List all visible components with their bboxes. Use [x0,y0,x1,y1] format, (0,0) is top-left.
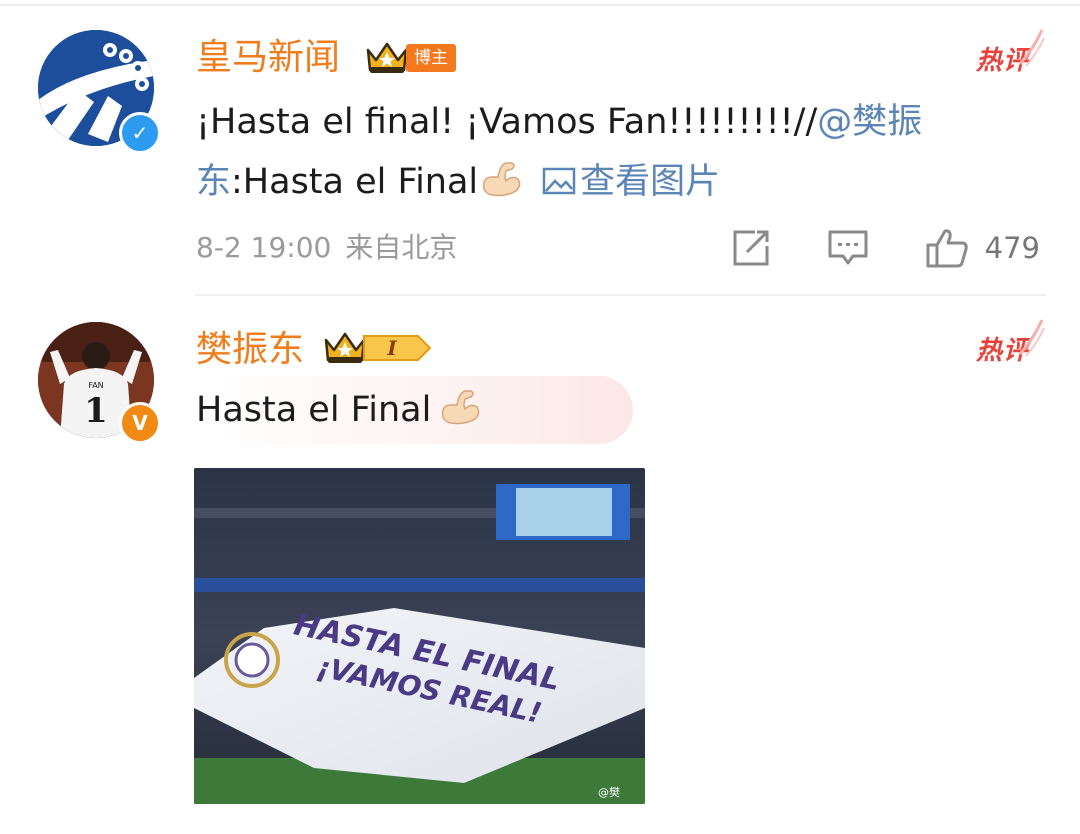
quoted-text: :Hasta el Final [231,162,479,202]
mention-part-2: 东 [196,162,232,202]
comment-photo[interactable]: HASTA EL FINAL ¡VAMOS REAL! @樊 [194,468,645,804]
user-badges: I [322,330,432,366]
username[interactable]: 樊振东 [196,326,304,374]
comment-button[interactable] [827,228,869,268]
photo-watermark: @樊 [598,785,620,799]
level-number: I [386,336,397,360]
like-button[interactable]: 479 [925,227,1040,269]
weibo-comment-list: ✓ 皇马新闻 博主 热评 ¡Hasta el final! ¡Vamos Fan… [0,0,1080,834]
stadium-banner-photo: HASTA EL FINAL ¡VAMOS REAL! @樊 [194,468,645,804]
comment-actions: 479 [731,226,1040,270]
blogger-badge: 博主 [406,44,456,72]
comment-icon [828,230,868,265]
hot-comment-label: 热评 [976,29,1045,77]
mention-part-1: @樊振 [817,102,923,142]
location-source: 来自北京 [345,231,458,264]
hot-swoosh-icon [1018,319,1045,357]
verified-blue-icon: ✓ [119,112,161,154]
level-badge: I [362,333,432,363]
hot-swoosh-icon [1018,29,1045,67]
repost-button[interactable] [731,228,771,268]
user-badges: 博主 [364,40,456,76]
svg-text:FAN: FAN [88,381,103,390]
comment-item: ✓ 皇马新闻 博主 热评 ¡Hasta el final! ¡Vamos Fan… [0,0,1080,296]
svg-text:1: 1 [84,391,108,431]
username[interactable]: 皇马新闻 [196,34,340,82]
verified-orange-icon: V [119,402,161,444]
flexed-biceps-icon [437,385,483,425]
view-image-text: 查看图片 [580,162,721,202]
hot-comment-label: 热评 [976,319,1045,367]
crown-icon [364,40,410,76]
repost-icon [733,230,769,266]
comment-item: 1 FAN V 樊振东 I 热评 Hasta el Final HASTA EL… [0,296,1080,834]
comment-text: ¡Hasta el final! ¡Vamos Fan!!!!!!!!!//@樊… [196,92,956,212]
timestamp: 8-2 19:00 [196,231,332,264]
thumbs-up-icon [926,229,968,268]
flexed-biceps-icon [478,157,524,197]
comment-main-text: ¡Hasta el final! ¡Vamos Fan!!!!!!!!!// [196,102,818,142]
comment-meta: 8-2 19:00 来自北京 [196,228,457,268]
view-image-link[interactable]: 查看图片 [524,162,720,202]
image-icon [542,166,576,196]
like-count: 479 [984,231,1040,265]
comment-main-text: Hasta el Final [196,390,432,430]
comment-text: Hasta el Final [196,376,634,444]
